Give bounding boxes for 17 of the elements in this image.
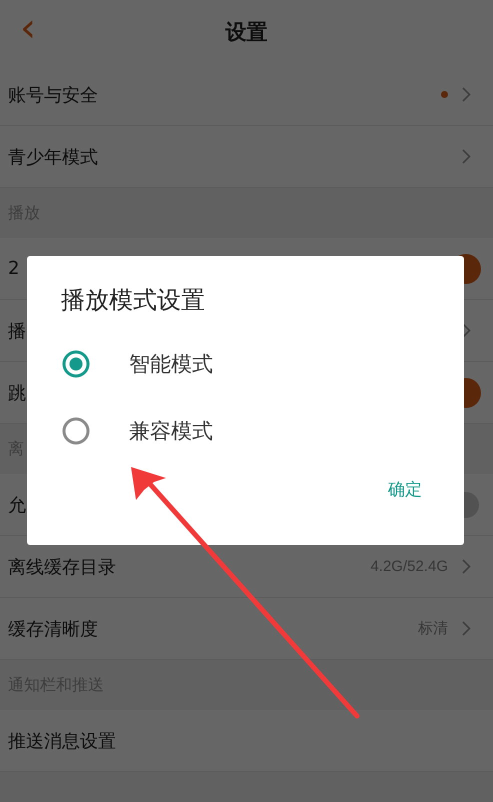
setting-label[interactable]: 播 bbox=[8, 318, 26, 342]
setting-label[interactable]: 账号与安全 bbox=[8, 82, 98, 106]
setting-label[interactable]: 离线缓存目录 bbox=[8, 554, 116, 578]
dialog-title: 播放模式设置 bbox=[61, 285, 206, 316]
setting-label[interactable]: 缓存清晰度 bbox=[8, 616, 98, 640]
setting-label[interactable]: 青少年模式 bbox=[8, 144, 98, 168]
setting-label[interactable]: 跳 bbox=[8, 380, 26, 404]
radio-button[interactable] bbox=[61, 416, 91, 446]
radio-button[interactable] bbox=[61, 348, 91, 378]
option-label[interactable]: 兼容模式 bbox=[129, 416, 213, 444]
page-title: 设置 bbox=[226, 19, 268, 46]
back-button[interactable]: ‹ bbox=[20, 8, 36, 48]
option-label[interactable]: 智能模式 bbox=[129, 350, 213, 378]
setting-label[interactable]: 推送消息设置 bbox=[8, 728, 116, 752]
setting-label[interactable]: 允 bbox=[8, 492, 26, 516]
setting-label[interactable]: 2 bbox=[8, 258, 20, 279]
confirm-button[interactable]: 确定 bbox=[372, 470, 438, 509]
